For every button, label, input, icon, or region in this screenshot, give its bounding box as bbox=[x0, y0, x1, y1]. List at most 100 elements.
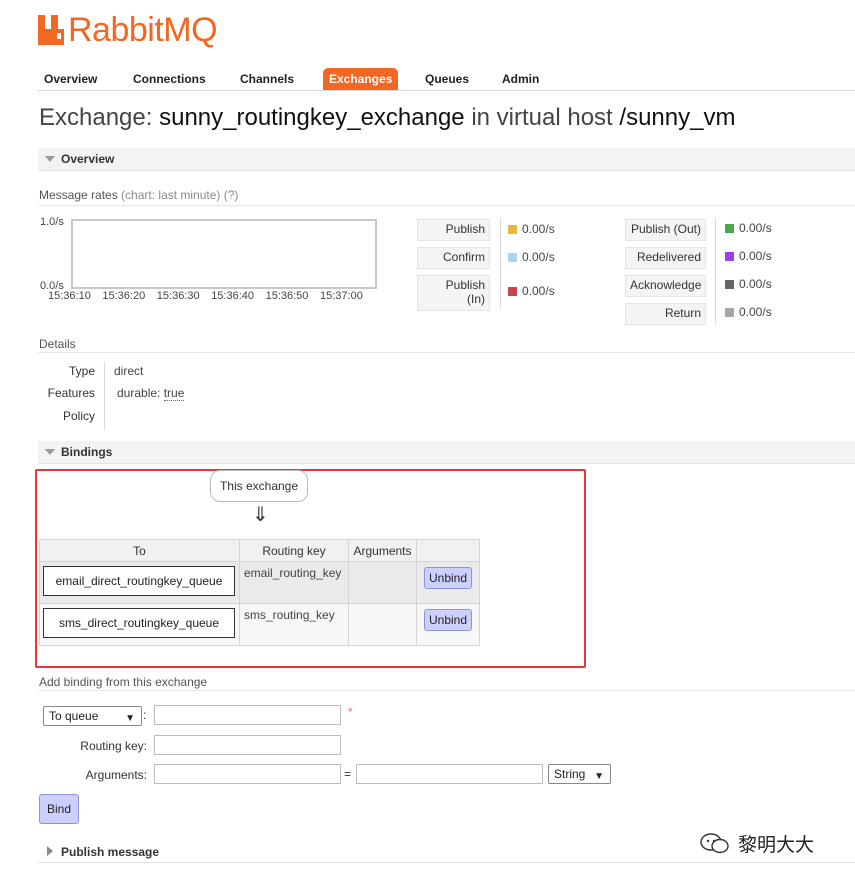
chevron-down-icon: ▼ bbox=[125, 713, 135, 724]
help-link[interactable]: (?) bbox=[224, 188, 239, 202]
rate-label-button[interactable]: Acknowledge bbox=[625, 275, 706, 297]
watermark: 黎明大大 bbox=[700, 830, 814, 857]
features-value: durable: true bbox=[117, 386, 185, 401]
add-binding-heading: Add binding from this exchange bbox=[39, 675, 208, 689]
rate-label-button[interactable]: Publish (Out) bbox=[625, 219, 706, 241]
argument-key-input[interactable] bbox=[154, 764, 341, 784]
destination-type-select[interactable]: To queue ▼ bbox=[43, 706, 142, 726]
col-arguments: Arguments bbox=[348, 539, 417, 562]
rate-label-button[interactable]: Redelivered bbox=[625, 247, 706, 269]
rate-label-button[interactable]: Return bbox=[625, 303, 706, 325]
destination-type-value: To queue bbox=[49, 709, 99, 723]
features-label: Features bbox=[47, 386, 95, 400]
durable-value: true bbox=[163, 386, 185, 401]
tab-admin[interactable]: Admin bbox=[496, 68, 545, 90]
logo-text: RabbitMQ bbox=[68, 11, 218, 49]
chart-x-tick: 15:36:30 bbox=[156, 290, 200, 302]
collapse-triangle-icon bbox=[45, 449, 55, 455]
rabbitmq-logo: RabbitMQ bbox=[38, 11, 218, 49]
rabbitmq-logo-icon bbox=[38, 15, 64, 45]
rates-separator bbox=[500, 218, 501, 308]
series-color-swatch bbox=[508, 225, 517, 234]
bind-button[interactable]: Bind bbox=[39, 794, 79, 824]
overview-section-header[interactable]: Overview bbox=[38, 148, 855, 171]
argument-value-input[interactable] bbox=[356, 764, 543, 784]
required-mark: * bbox=[348, 705, 353, 719]
arguments-cell bbox=[349, 604, 416, 612]
unbind-button[interactable]: Unbind bbox=[424, 609, 473, 631]
arguments-cell bbox=[349, 562, 416, 570]
publish-message-label: Publish message bbox=[61, 845, 160, 859]
chart-x-tick: 15:36:40 bbox=[211, 290, 255, 302]
rate-value: 0.00/s bbox=[522, 250, 555, 264]
collapse-triangle-icon bbox=[45, 156, 55, 162]
message-rates-label: Message rates bbox=[39, 188, 118, 202]
rate-value: 0.00/s bbox=[739, 277, 772, 291]
watermark-text: 黎明大大 bbox=[738, 835, 815, 856]
table-row: sms_direct_routingkey_queue sms_routing_… bbox=[39, 603, 481, 646]
type-value: direct bbox=[114, 364, 144, 378]
page-title: Exchange: sunny_routingkey_exchange in v… bbox=[39, 104, 735, 132]
chart-x-tick: 15:36:10 bbox=[48, 290, 91, 302]
bindings-section-label: Bindings bbox=[61, 445, 113, 459]
series-color-swatch bbox=[725, 224, 734, 233]
tab-channels[interactable]: Channels bbox=[234, 68, 300, 90]
this-exchange-node: This exchange bbox=[210, 470, 308, 502]
rate-label-button[interactable]: Confirm bbox=[417, 247, 490, 269]
message-rates-heading: Message rates (chart: last minute) (?) bbox=[39, 188, 238, 202]
down-arrow-icon: ⇓ bbox=[252, 504, 269, 526]
tab-overview[interactable]: Overview bbox=[38, 68, 103, 90]
series-color-swatch bbox=[725, 280, 734, 289]
col-to: To bbox=[39, 539, 240, 562]
vhost-name: /sunny_vm bbox=[619, 104, 736, 131]
chart-x-tick: 15:36:20 bbox=[102, 290, 146, 302]
rate-value: 0.00/s bbox=[739, 305, 772, 319]
rate-value: 0.00/s bbox=[522, 284, 555, 298]
expand-triangle-icon bbox=[47, 846, 53, 856]
rate-value: 0.00/s bbox=[522, 222, 555, 236]
equals-sign: = bbox=[344, 767, 352, 781]
routing-key-label: Routing key: bbox=[80, 739, 147, 753]
bindings-section-header[interactable]: Bindings bbox=[38, 441, 855, 464]
routing-key-cell: email_routing_key bbox=[244, 566, 342, 580]
chart-y-max: 1.0/s bbox=[40, 216, 64, 228]
details-heading: Details bbox=[39, 337, 76, 351]
routing-key-input[interactable] bbox=[154, 735, 341, 755]
routing-key-cell: sms_routing_key bbox=[244, 608, 335, 622]
main-nav: Overview Connections Channels Exchanges … bbox=[38, 68, 855, 91]
queue-link[interactable]: sms_direct_routingkey_queue bbox=[43, 608, 235, 638]
queue-link[interactable]: email_direct_routingkey_queue bbox=[43, 566, 235, 596]
unbind-button[interactable]: Unbind bbox=[424, 567, 473, 589]
chart-x-tick: 15:36:50 bbox=[265, 290, 309, 302]
rate-label-button[interactable]: Publish (In) bbox=[417, 275, 490, 311]
message-rates-chart bbox=[71, 219, 377, 289]
tab-queues[interactable]: Queues bbox=[419, 68, 475, 90]
exchange-name: sunny_routingkey_exchange bbox=[159, 104, 465, 131]
argument-type-select[interactable]: String ▼ bbox=[548, 764, 611, 784]
divider bbox=[38, 352, 855, 353]
tab-connections[interactable]: Connections bbox=[127, 68, 212, 90]
features-key: durable: bbox=[117, 386, 161, 400]
details-separator bbox=[104, 362, 105, 430]
table-row: email_direct_routingkey_queue email_rout… bbox=[39, 561, 481, 604]
chat-bubble-icon bbox=[700, 832, 729, 853]
col-actions bbox=[415, 539, 481, 562]
destination-name-input[interactable] bbox=[154, 705, 341, 725]
title-prefix: Exchange: bbox=[39, 104, 153, 131]
chevron-down-icon: ▼ bbox=[594, 771, 604, 782]
col-routing-key: Routing key bbox=[239, 539, 349, 562]
arguments-label: Arguments: bbox=[85, 768, 147, 782]
divider bbox=[38, 205, 855, 206]
divider bbox=[38, 690, 855, 691]
rate-value: 0.00/s bbox=[739, 221, 772, 235]
bindings-table: To Routing key Arguments email_direct_ro… bbox=[39, 539, 481, 646]
series-color-swatch bbox=[725, 308, 734, 317]
tab-exchanges[interactable]: Exchanges bbox=[323, 68, 399, 90]
overview-section-label: Overview bbox=[61, 152, 115, 166]
type-label: Type bbox=[68, 364, 95, 378]
series-color-swatch bbox=[725, 252, 734, 261]
rate-label-button[interactable]: Publish bbox=[417, 219, 490, 241]
chart-range-link[interactable]: (chart: last minute) bbox=[121, 188, 220, 202]
colon-label: : bbox=[143, 708, 147, 722]
argument-type-value: String bbox=[554, 767, 586, 781]
